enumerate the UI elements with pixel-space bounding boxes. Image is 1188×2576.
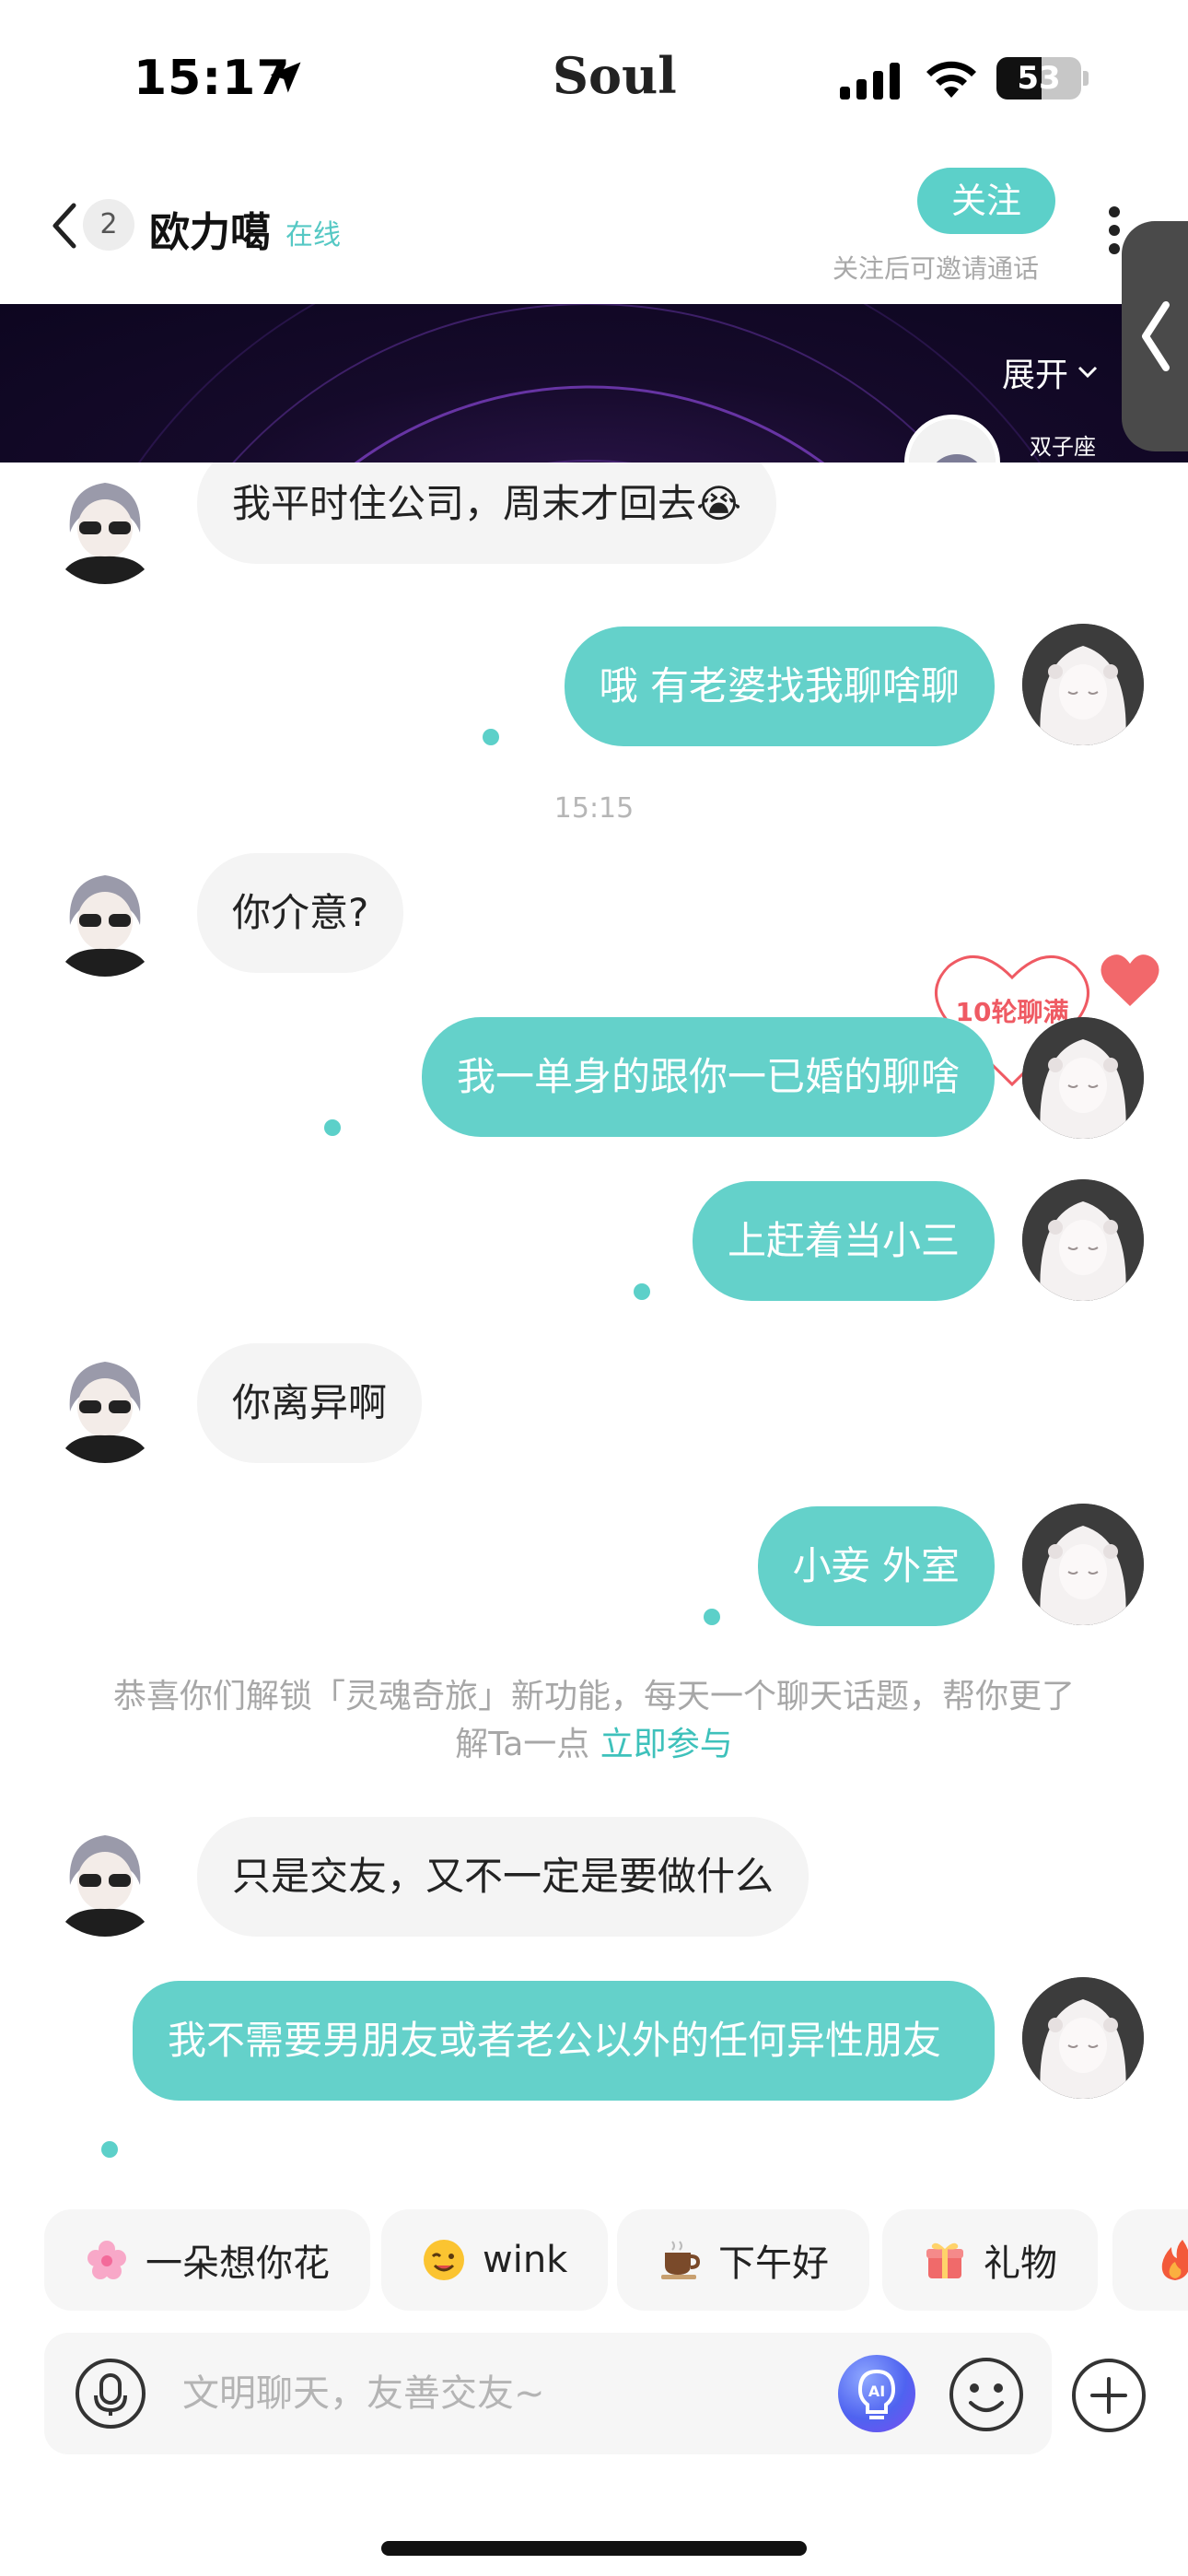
quick-reply-label: 一朵想你花 <box>146 2242 330 2285</box>
chevron-down-icon <box>1077 366 1098 379</box>
emoji-icon[interactable] <box>947 2355 1026 2434</box>
voice-input-icon[interactable] <box>74 2357 147 2430</box>
quick-reply-label: 下午好 <box>718 2242 829 2285</box>
read-indicator <box>324 1119 341 1136</box>
battery-icon: 53 <box>996 57 1081 100</box>
chat-header: 2 欧力噶 在线 关注 关注后可邀请通话 <box>0 157 1188 304</box>
read-indicator <box>101 2141 118 2158</box>
unread-count-badge[interactable]: 2 <box>83 199 134 251</box>
contact-avatar[interactable] <box>44 1815 166 1937</box>
banner-expand-button[interactable]: 展开 <box>1002 348 1098 396</box>
battery-percentage: 53 <box>1017 60 1061 97</box>
message-bubble-outgoing[interactable]: 我不需要男朋友或者老公以外的任何异性朋友 <box>133 1981 995 2101</box>
expand-label: 展开 <box>1002 357 1069 394</box>
quick-reply-flower[interactable]: 一朵想你花 <box>44 2209 370 2311</box>
zodiac-label: 双子座 <box>1030 434 1096 460</box>
read-indicator <box>483 729 499 745</box>
follow-button[interactable]: 关注 <box>917 168 1055 234</box>
contact-name[interactable]: 欧力噶 <box>149 199 271 258</box>
battery-cap <box>1083 71 1089 86</box>
flower-icon <box>87 2241 126 2279</box>
more-options-icon[interactable] <box>1105 203 1124 258</box>
message-bubble-incoming[interactable]: 你离异啊 <box>197 1343 423 1463</box>
quick-reply-gift[interactable]: 礼物 <box>882 2209 1098 2311</box>
quick-reply-wink[interactable]: wink <box>381 2209 609 2311</box>
contact-avatar[interactable] <box>44 855 166 977</box>
back-button[interactable] <box>46 198 83 253</box>
home-indicator[interactable] <box>381 2541 807 2556</box>
ai-label: AI <box>868 2383 885 2400</box>
my-avatar[interactable] <box>1022 1504 1144 1625</box>
profile-banner[interactable]: 展开 双子座 <box>0 304 1188 463</box>
message-bubble-incoming[interactable]: 你介意? <box>197 853 404 973</box>
join-now-link[interactable]: 立即参与 <box>600 1726 733 1763</box>
my-avatar[interactable] <box>1022 1017 1144 1139</box>
my-avatar[interactable] <box>1022 1179 1144 1301</box>
fire-icon <box>1161 2240 1188 2280</box>
quick-reply-good-afternoon[interactable]: 下午好 <box>617 2209 869 2311</box>
ai-assistant-button[interactable]: AI <box>838 2355 915 2432</box>
my-avatar[interactable] <box>1022 1977 1144 2099</box>
message-input[interactable] <box>182 2357 845 2430</box>
coffee-icon <box>661 2241 701 2279</box>
contact-avatar[interactable] <box>44 463 166 584</box>
quick-reply-bar[interactable]: 一朵想你花 wink 下午好 礼物 <box>0 2209 1188 2311</box>
add-attachment-icon[interactable] <box>1070 2357 1147 2434</box>
system-message-text: 恭喜你们解锁「灵魂奇旅」新功能，每天一个聊天话题，帮你更了解Ta一点 <box>112 1678 1075 1763</box>
read-indicator <box>634 1283 650 1300</box>
cellular-signal-icon <box>840 63 900 100</box>
message-bubble-outgoing[interactable]: 上赶着当小三 <box>692 1181 995 1301</box>
read-indicator <box>704 1609 720 1625</box>
status-bar: 15:17 Soul 53 <box>0 0 1188 157</box>
quick-reply-fire[interactable] <box>1112 2209 1188 2311</box>
wink-emoji-icon <box>424 2240 464 2280</box>
quick-reply-label: wink <box>483 2239 568 2281</box>
message-bubble-outgoing[interactable]: 我一单身的跟你一已婚的聊啥 <box>421 1017 995 1137</box>
gift-icon <box>926 2242 963 2278</box>
message-bubble-incoming[interactable]: 只是交友，又不一定是要做什么 <box>197 1817 809 1937</box>
quick-reply-label: 礼物 <box>984 2242 1057 2285</box>
ai-bulb-icon: AI <box>857 2369 896 2419</box>
message-bubble-incoming[interactable]: 我平时住公司，周末才回去😭 <box>197 463 777 564</box>
message-timestamp: 15:15 <box>553 792 635 825</box>
message-input-bar: AI <box>44 2333 1052 2454</box>
location-arrow-icon <box>270 62 301 93</box>
status-app-name: Soul <box>553 46 677 105</box>
chat-messages[interactable]: 我平时住公司，周末才回去😭 10轮聊满 哦 有老婆找我聊啥聊 15:15 你介意… <box>0 463 1188 2167</box>
message-bubble-outgoing[interactable]: 哦 有老婆找我聊啥聊 <box>564 626 995 746</box>
side-panel-handle[interactable] <box>1122 221 1188 451</box>
chevron-left-icon <box>1142 301 1170 371</box>
my-avatar[interactable] <box>1022 624 1144 745</box>
system-message: 恭喜你们解锁「灵魂奇旅」新功能，每天一个聊天话题，帮你更了解Ta一点 立即参与 <box>111 1673 1077 1769</box>
online-status: 在线 <box>285 219 341 252</box>
contact-avatar[interactable] <box>44 1341 166 1463</box>
follow-hint: 关注后可邀请通话 <box>833 253 1040 284</box>
message-bubble-outgoing[interactable]: 小妾 外室 <box>757 1506 995 1626</box>
heart-icon[interactable] <box>1100 953 1160 1008</box>
wifi-icon <box>926 61 976 98</box>
